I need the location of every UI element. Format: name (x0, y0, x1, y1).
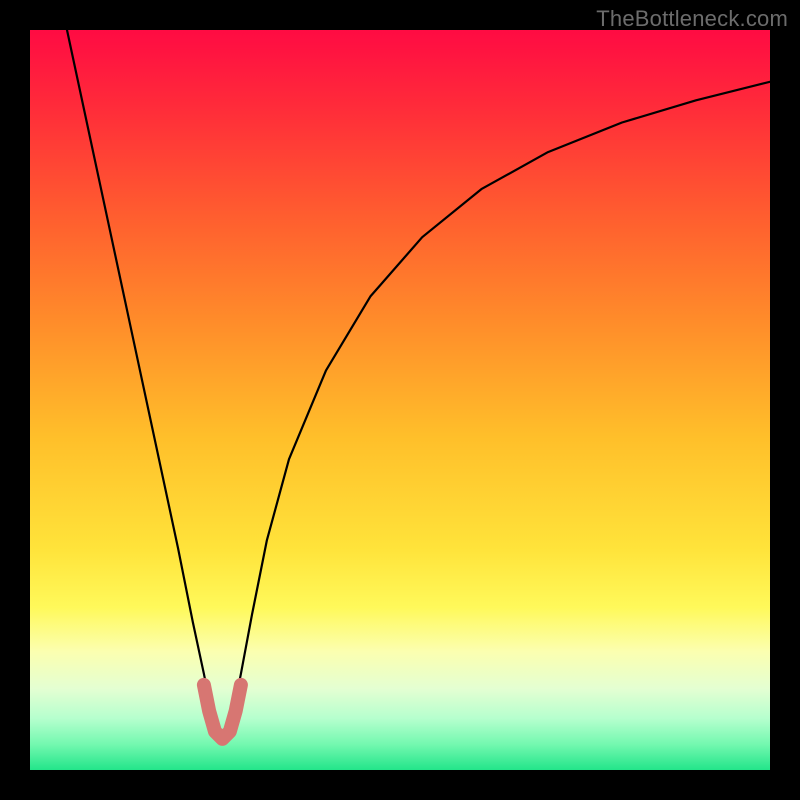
gradient-background (30, 30, 770, 770)
chart-frame: TheBottleneck.com (0, 0, 800, 800)
watermark-text: TheBottleneck.com (596, 6, 788, 32)
plot-area (30, 30, 770, 770)
chart-svg (30, 30, 770, 770)
